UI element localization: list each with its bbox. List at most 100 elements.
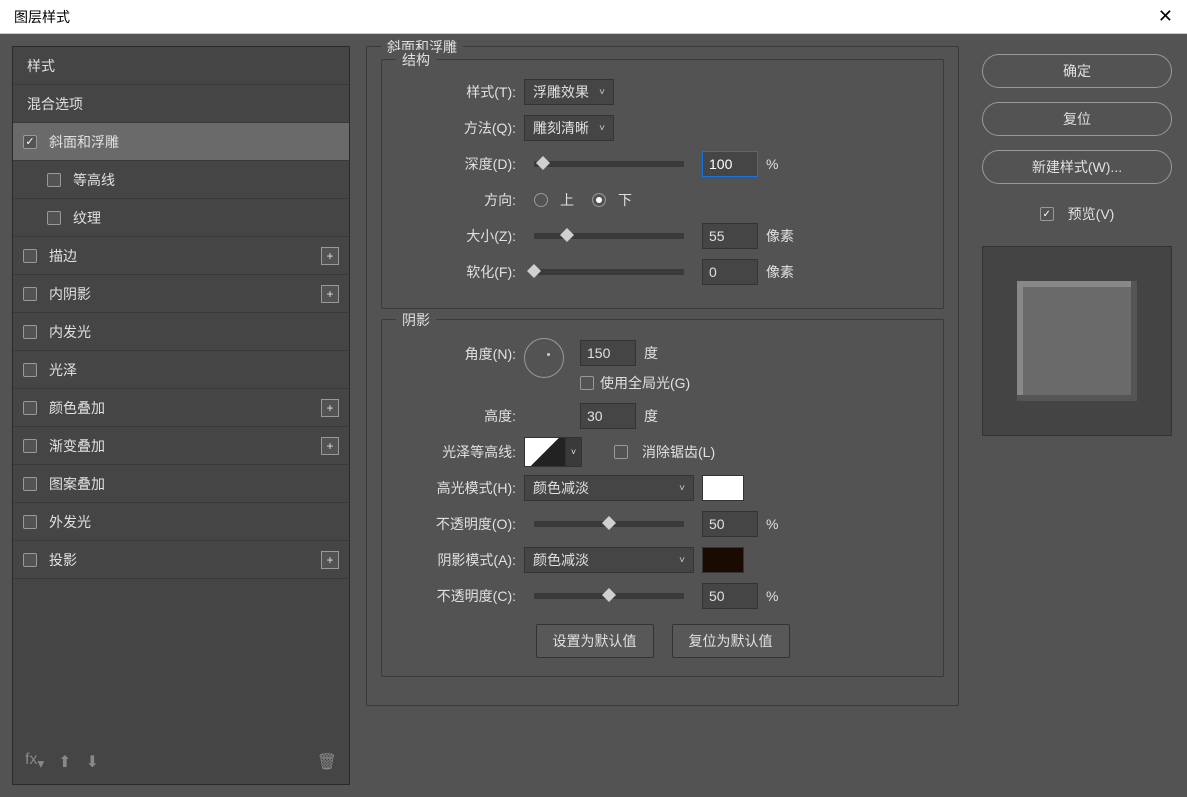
sidebar-item-label: 描边 [49, 246, 321, 266]
sidebar-item-label: 纹理 [73, 208, 339, 228]
sidebar-item[interactable]: 斜面和浮雕 [13, 123, 349, 161]
depth-slider[interactable] [534, 161, 684, 167]
highlight-color-swatch[interactable] [702, 475, 744, 501]
size-label: 大小(Z): [396, 226, 516, 246]
ok-button[interactable]: 确定 [982, 54, 1172, 88]
cancel-button[interactable]: 复位 [982, 102, 1172, 136]
soften-slider[interactable] [534, 269, 684, 275]
technique-label: 方法(Q): [396, 118, 516, 138]
sidebar-item[interactable]: 光泽 [13, 351, 349, 389]
style-label: 样式(T): [396, 82, 516, 102]
move-up-icon[interactable]: ⬆ [58, 752, 71, 772]
altitude-label: 高度: [396, 406, 516, 426]
effect-checkbox[interactable] [23, 287, 37, 301]
effect-checkbox[interactable] [23, 477, 37, 491]
preview-checkbox[interactable] [1040, 207, 1054, 221]
new-style-button[interactable]: 新建样式(W)... [982, 150, 1172, 184]
titlebar: 图层样式 ✕ [0, 0, 1187, 34]
direction-label: 方向: [396, 190, 516, 210]
trash-icon[interactable]: 🗑 [317, 752, 337, 772]
depth-input[interactable] [702, 151, 758, 177]
sidebar-blend-header[interactable]: 混合选项 [13, 85, 349, 123]
styles-sidebar: 样式 混合选项 斜面和浮雕等高线纹理描边+内阴影+内发光光泽颜色叠加+渐变叠加+… [0, 34, 358, 797]
make-default-button[interactable]: 设置为默认值 [536, 624, 654, 658]
sidebar-item[interactable]: 内发光 [13, 313, 349, 351]
move-down-icon[interactable]: ⬇ [86, 752, 99, 772]
gloss-label: 光泽等高线: [396, 442, 516, 462]
effect-checkbox[interactable] [23, 249, 37, 263]
chevron-down-icon: ˅ [679, 555, 685, 566]
window-title: 图层样式 [14, 7, 70, 27]
close-icon[interactable]: ✕ [1158, 6, 1173, 27]
fx-icon[interactable]: fx▾ [25, 751, 44, 772]
structure-group: 结构 样式(T): 浮雕效果˅ 方法(Q): 雕刻清晰˅ 深度(D): [381, 59, 944, 309]
sidebar-item[interactable]: 外发光 [13, 503, 349, 541]
sidebar-item-label: 颜色叠加 [49, 398, 321, 418]
chevron-down-icon: ˅ [679, 483, 685, 494]
sidebar-item[interactable]: 渐变叠加+ [13, 427, 349, 465]
sidebar-item-label: 投影 [49, 550, 321, 570]
angle-widget[interactable] [524, 338, 564, 378]
technique-select[interactable]: 雕刻清晰˅ [524, 115, 614, 141]
add-instance-icon[interactable]: + [321, 285, 339, 303]
sidebar-item-label: 光泽 [49, 360, 339, 380]
shading-group: 阴影 角度(N): 度 使用全局光(G) [381, 319, 944, 677]
effect-checkbox[interactable] [23, 553, 37, 567]
shadow-color-swatch[interactable] [702, 547, 744, 573]
sidebar-item-label: 渐变叠加 [49, 436, 321, 456]
shadow-opacity-slider[interactable] [534, 593, 684, 599]
highlight-mode-select[interactable]: 颜色减淡˅ [524, 475, 694, 501]
shadow-mode-select[interactable]: 颜色减淡˅ [524, 547, 694, 573]
sidebar-item[interactable]: 内阴影+ [13, 275, 349, 313]
highlight-opacity-slider[interactable] [534, 521, 684, 527]
chevron-down-icon[interactable]: ˅ [566, 437, 582, 467]
sidebar-styles-header[interactable]: 样式 [13, 47, 349, 85]
highlight-opacity-label: 不透明度(O): [396, 514, 516, 534]
sidebar-item[interactable]: 图案叠加 [13, 465, 349, 503]
add-instance-icon[interactable]: + [321, 551, 339, 569]
effect-checkbox[interactable] [23, 439, 37, 453]
altitude-input[interactable] [580, 403, 636, 429]
contour-thumbnail [524, 437, 566, 467]
highlight-opacity-input[interactable] [702, 511, 758, 537]
direction-up-radio[interactable] [534, 193, 548, 207]
global-light-checkbox[interactable] [580, 376, 594, 390]
shadow-opacity-label: 不透明度(C): [396, 586, 516, 606]
effect-checkbox[interactable] [23, 401, 37, 415]
sidebar-item[interactable]: 等高线 [13, 161, 349, 199]
direction-down-radio[interactable] [592, 193, 606, 207]
sidebar-item[interactable]: 颜色叠加+ [13, 389, 349, 427]
sidebar-item-label: 斜面和浮雕 [49, 132, 339, 152]
effect-checkbox[interactable] [23, 363, 37, 377]
effect-checkbox[interactable] [23, 325, 37, 339]
shadow-opacity-input[interactable] [702, 583, 758, 609]
chevron-down-icon: ˅ [599, 123, 605, 134]
angle-input[interactable] [580, 340, 636, 366]
effect-checkbox[interactable] [23, 515, 37, 529]
size-slider[interactable] [534, 233, 684, 239]
antialias-checkbox[interactable] [614, 445, 628, 459]
shadow-mode-label: 阴影模式(A): [396, 550, 516, 570]
sidebar-item-label: 图案叠加 [49, 474, 339, 494]
effect-checkbox[interactable] [23, 135, 37, 149]
sidebar-item-label: 外发光 [49, 512, 339, 532]
sidebar-item[interactable]: 投影+ [13, 541, 349, 579]
sidebar-item[interactable]: 描边+ [13, 237, 349, 275]
sidebar-item[interactable]: 纹理 [13, 199, 349, 237]
reset-default-button[interactable]: 复位为默认值 [672, 624, 790, 658]
gloss-contour-picker[interactable]: ˅ [524, 437, 582, 467]
size-input[interactable] [702, 223, 758, 249]
sidebar-item-label: 内发光 [49, 322, 339, 342]
preview-thumbnail [982, 246, 1172, 436]
add-instance-icon[interactable]: + [321, 437, 339, 455]
highlight-mode-label: 高光模式(H): [396, 478, 516, 498]
angle-label: 角度(N): [396, 338, 516, 364]
effect-checkbox[interactable] [47, 211, 61, 225]
chevron-down-icon: ˅ [599, 87, 605, 98]
soften-input[interactable] [702, 259, 758, 285]
add-instance-icon[interactable]: + [321, 247, 339, 265]
add-instance-icon[interactable]: + [321, 399, 339, 417]
style-select[interactable]: 浮雕效果˅ [524, 79, 614, 105]
bevel-group: 斜面和浮雕 结构 样式(T): 浮雕效果˅ 方法(Q): 雕刻清晰˅ 深度(D) [366, 46, 959, 706]
effect-checkbox[interactable] [47, 173, 61, 187]
